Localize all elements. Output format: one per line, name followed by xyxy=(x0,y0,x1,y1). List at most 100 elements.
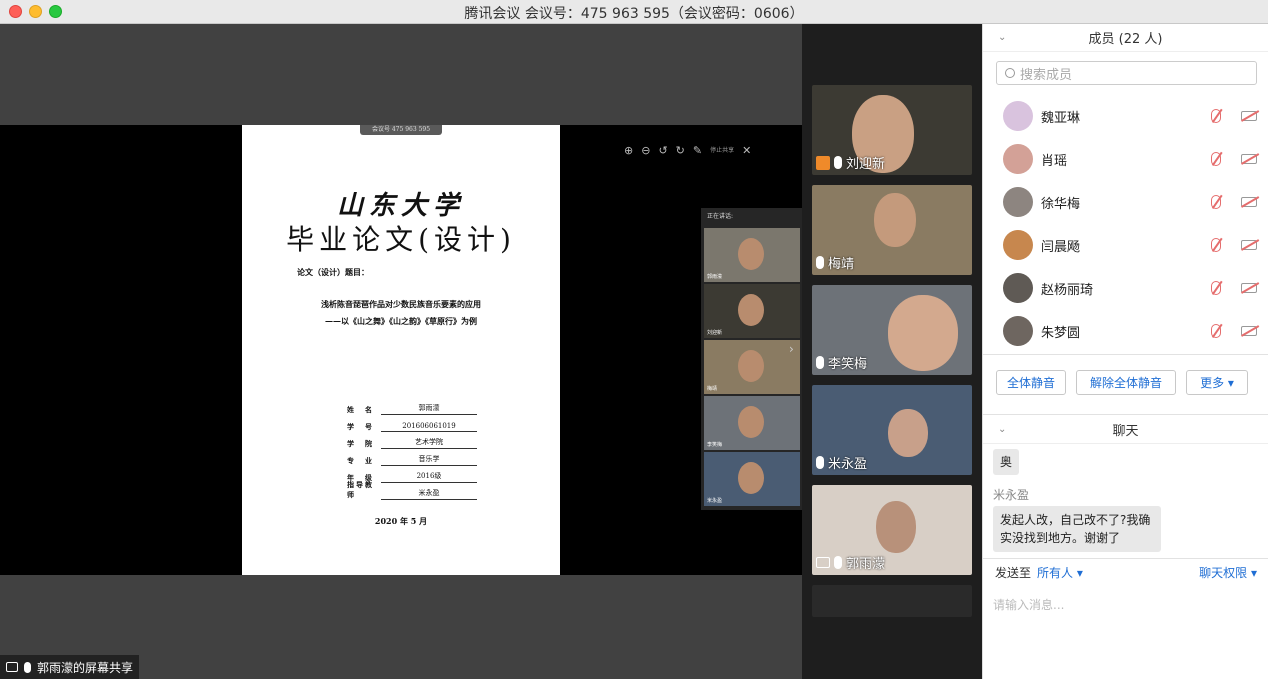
video-tile-lixiaomei[interactable]: 李笑梅 xyxy=(812,285,972,375)
member-row[interactable]: 徐华梅 xyxy=(1003,185,1257,219)
video-tile-liuyingxin[interactable]: 刘迎新 xyxy=(812,85,972,175)
screen-share-icon xyxy=(816,557,830,568)
video-gallery: 刘迎新 梅靖 李笑梅 米永盈 郭雨濛 xyxy=(802,24,982,679)
field-student-id: 学 号 201606061019 xyxy=(347,415,477,432)
field-name: 姓 名郭雨濛 xyxy=(347,398,477,415)
chat-message: 发起人改，自己改不了?我确实没找到地方。谢谢了 xyxy=(993,506,1161,552)
chat-sender-name: 米永盈 xyxy=(993,488,1030,502)
participant-face xyxy=(738,350,764,382)
field-advisor: 指导教师 米永盈 xyxy=(347,480,477,500)
camera-off-icon[interactable] xyxy=(1241,240,1257,250)
chevron-down-icon[interactable]: ⌄ xyxy=(998,32,1006,43)
camera-off-icon[interactable] xyxy=(1241,326,1257,336)
camera-off-icon[interactable] xyxy=(1241,197,1257,207)
close-icon[interactable]: ✕ xyxy=(742,145,751,157)
side-panel: ⌄ 成员 (22 人) 搜索成员 魏亚琳 肖瑶 徐华梅 闫晨飏 赵杨丽琦 朱梦圆… xyxy=(982,24,1268,679)
participant-face xyxy=(738,238,764,270)
mini-video-tile[interactable]: 米永盈 xyxy=(704,452,800,506)
mic-muted-icon[interactable] xyxy=(1211,109,1221,123)
chevron-right-icon[interactable]: › xyxy=(789,342,794,356)
mic-muted-icon[interactable] xyxy=(1211,324,1221,338)
camera-off-icon[interactable] xyxy=(1241,154,1257,164)
meeting-id-badge: 会议号 475 963 595 xyxy=(360,125,442,135)
share-toolbar: ⊕ ⊖ ↺ ↻ ✎ 停止共享 ✕ xyxy=(624,145,751,157)
window-title: 腾讯会议 会议号：475 963 595（会议密码：0606） xyxy=(464,6,804,22)
member-row[interactable]: 魏亚琳 xyxy=(1003,99,1257,133)
info-fields: 姓 名郭雨濛 学 号 201606061019 学 院艺术学院 专 业音乐学 年 … xyxy=(347,398,477,500)
shared-document-page: 会议号 475 963 595 山东大学 毕业论文(设计) 论文（设计）题目： … xyxy=(242,125,560,575)
avatar xyxy=(1003,101,1033,131)
video-name-label: 李笑梅 xyxy=(816,353,867,372)
mic-muted-icon[interactable] xyxy=(1211,152,1221,166)
members-header[interactable]: ⌄ 成员 (22 人) xyxy=(983,24,1268,52)
chat-permission-dropdown[interactable]: 聊天权限 ▾ xyxy=(1199,564,1257,581)
participant-face xyxy=(738,294,764,326)
stop-share-button[interactable]: 停止共享 xyxy=(710,145,734,157)
video-tile-miyongying[interactable]: 米永盈 xyxy=(812,385,972,475)
mini-video-tile[interactable]: 李笑梅 xyxy=(704,396,800,450)
member-row[interactable]: 赵杨丽琦 xyxy=(1003,271,1257,305)
video-name-label: 郭雨濛 xyxy=(816,553,885,572)
avatar xyxy=(1003,273,1033,303)
send-to-dropdown[interactable]: 所有人 ▾ xyxy=(1037,564,1083,581)
zoom-out-icon[interactable]: ⊖ xyxy=(641,145,650,157)
screen-share-status: 郭雨濛的屏幕共享 xyxy=(0,655,140,679)
camera-off-icon[interactable] xyxy=(1241,111,1257,121)
participant-face xyxy=(738,462,764,494)
screen-share-icon xyxy=(6,662,18,672)
camera-off-icon[interactable] xyxy=(1241,283,1257,293)
mic-muted-icon[interactable] xyxy=(1211,195,1221,209)
document-date: 2020 年 5 月 xyxy=(374,516,428,526)
meeting-window: 腾讯会议 会议号：475 963 595（会议密码：0606） 会议号 475 … xyxy=(0,0,1268,679)
video-tile-partial[interactable] xyxy=(812,585,972,617)
chat-header[interactable]: ⌄ 聊天 xyxy=(983,416,1268,444)
field-major: 专 业音乐学 xyxy=(347,449,477,466)
annotate-pen-icon[interactable]: ✎ xyxy=(693,145,702,157)
video-name-label: 梅靖 xyxy=(816,253,854,272)
field-college: 学 院艺术学院 xyxy=(347,432,477,449)
microphone-icon xyxy=(24,661,31,673)
avatar xyxy=(1003,316,1033,346)
screen-share-area: 会议号 475 963 595 山东大学 毕业论文(设计) 论文（设计）题目： … xyxy=(0,24,802,679)
topic-line-1: 浅析陈音琵琶作品对少数民族音乐要素的应用 xyxy=(321,299,481,309)
video-tile-meijing[interactable]: 梅靖 xyxy=(812,185,972,275)
microphone-icon xyxy=(816,256,824,269)
chevron-down-icon[interactable]: ⌄ xyxy=(998,424,1006,435)
member-search-input[interactable]: 搜索成员 xyxy=(996,61,1257,85)
unmute-all-button[interactable]: 解除全体静音 xyxy=(1076,370,1176,395)
share-status-text: 郭雨濛的屏幕共享 xyxy=(37,660,134,675)
chat-message-input[interactable]: 请输入消息... xyxy=(993,596,1064,613)
send-to-label: 发送至 xyxy=(995,566,1032,580)
mini-video-tile[interactable]: 郭雨濛 xyxy=(704,228,800,282)
rotate-right-icon[interactable]: ↻ xyxy=(676,145,685,157)
mic-muted-icon[interactable] xyxy=(1211,238,1221,252)
thesis-title: 毕业论文(设计) xyxy=(286,223,516,256)
participant-face xyxy=(738,406,764,438)
video-tile-guoyumeng[interactable]: 郭雨濛 xyxy=(812,485,972,575)
more-button[interactable]: 更多 ▾ xyxy=(1186,370,1248,395)
title-bar: 腾讯会议 会议号：475 963 595（会议密码：0606） xyxy=(0,0,1268,24)
host-avatar-icon xyxy=(816,155,830,170)
microphone-icon xyxy=(834,156,842,169)
participant-face xyxy=(888,295,958,371)
divider xyxy=(983,558,1268,559)
microphone-icon xyxy=(816,456,824,469)
member-row[interactable]: 肖瑶 xyxy=(1003,142,1257,176)
university-name: 山东大学 xyxy=(336,191,465,221)
avatar xyxy=(1003,230,1033,260)
avatar xyxy=(1003,144,1033,174)
member-row[interactable]: 朱梦圆 xyxy=(1003,314,1257,348)
participant-face xyxy=(876,501,916,553)
microphone-icon xyxy=(834,556,842,569)
member-row[interactable]: 闫晨飏 xyxy=(1003,228,1257,262)
mini-video-tile[interactable]: 刘迎新 xyxy=(704,284,800,338)
zoom-in-icon[interactable]: ⊕ xyxy=(624,145,633,157)
speaker-strip: 正在讲话: 郭雨濛 刘迎新 梅靖 李笑梅 米永盈 xyxy=(701,208,802,510)
mute-all-button[interactable]: 全体静音 xyxy=(996,370,1066,395)
rotate-left-icon[interactable]: ↺ xyxy=(658,145,667,157)
divider xyxy=(983,354,1268,355)
participant-face xyxy=(874,193,916,247)
mic-muted-icon[interactable] xyxy=(1211,281,1221,295)
video-name-label: 米永盈 xyxy=(816,453,867,472)
mini-video-tile[interactable]: 梅靖 xyxy=(704,340,800,394)
